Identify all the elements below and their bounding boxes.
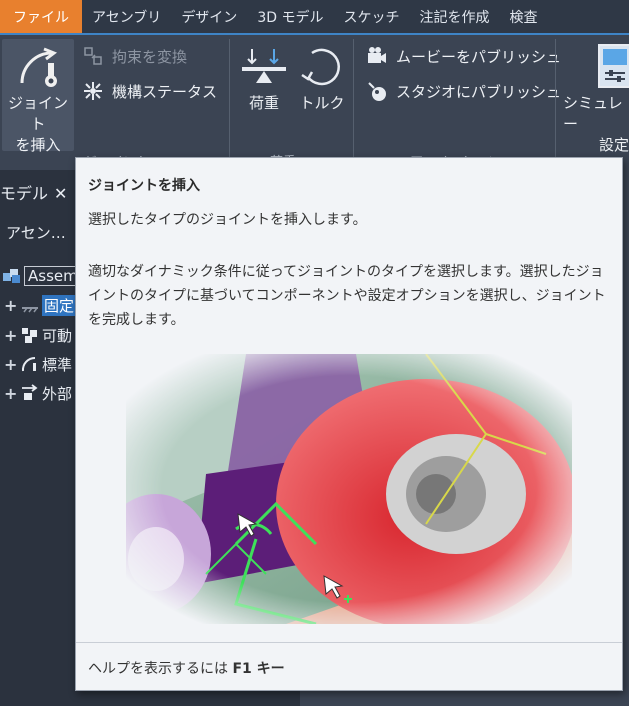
tree-label-assembly: Assem — [24, 266, 82, 286]
expand-icon[interactable]: + — [4, 384, 17, 403]
mechanism-status-button[interactable]: 機構ステータス — [82, 80, 217, 102]
tree-row-mobile[interactable]: + 可動 — [0, 323, 72, 347]
ribbon: ジョイント を挿入 拘束を変換 機構ステータス ジョイント 荷重 — [0, 35, 629, 170]
tooltip-illustration — [126, 354, 572, 624]
insert-joint-label-line1: ジョイント — [7, 94, 68, 133]
browser-view-dropdown[interactable]: アセン… — [6, 222, 66, 243]
browser-close-icon[interactable]: ✕ — [54, 184, 67, 203]
external-load-icon — [20, 384, 38, 402]
menu-design[interactable]: デザイン — [171, 0, 247, 33]
tree-row-standard[interactable]: + 標準 — [0, 352, 72, 376]
browser-title: モデル — [0, 184, 49, 203]
tree-row-assembly[interactable]: Assem — [0, 264, 82, 288]
load-icon — [240, 43, 288, 91]
tooltip-separator — [76, 642, 622, 643]
mechanism-status-icon — [82, 80, 104, 102]
assembly-icon — [2, 267, 20, 285]
mobile-group-icon — [20, 326, 38, 344]
load-button[interactable]: 荷重 — [238, 43, 290, 114]
tooltip-help-key: F1 キー — [232, 661, 285, 677]
tree-label-external: 外部 — [42, 384, 73, 403]
torque-label: トルク — [299, 94, 345, 112]
group-separator — [229, 39, 230, 163]
group-separator — [353, 39, 354, 163]
torque-icon — [298, 43, 346, 91]
publish-studio-label: スタジオにパブリッシュ — [396, 82, 562, 101]
tooltip-help-prefix: ヘルプを表示するには — [88, 661, 233, 677]
expand-icon[interactable]: + — [4, 326, 17, 345]
menu-sketch[interactable]: スケッチ — [333, 0, 409, 33]
menu-bar: ファイル アセンブリ デザイン 3D モデル スケッチ 注記を作成 検査 — [0, 0, 629, 33]
tree-label-fixed: 固定 — [42, 294, 77, 316]
publish-movie-label: ムービーをパブリッシュ — [396, 47, 562, 66]
menu-inspect[interactable]: 検査 — [499, 0, 547, 33]
studio-icon — [366, 80, 388, 102]
insert-joint-label-line2: を挿入 — [15, 136, 61, 154]
insert-joint-tooltip: ジョイントを挿入 選択したタイプのジョイントを挿入します。 適切なダイナミック条… — [75, 157, 623, 691]
simulation-settings-button[interactable]: シミュレー 設定 — [563, 43, 629, 156]
menu-file[interactable]: ファイル — [0, 0, 82, 33]
publish-studio-button[interactable]: スタジオにパブリッシュ — [366, 80, 561, 102]
standard-joint-icon — [20, 355, 38, 373]
group-separator — [555, 39, 556, 163]
expand-icon[interactable]: + — [4, 355, 17, 374]
browser-header: モデル ✕ — [0, 180, 67, 204]
movie-camera-icon — [366, 45, 388, 67]
convert-constraint-label: 拘束を変換 — [112, 47, 188, 66]
tree-row-external[interactable]: + 外部 — [0, 381, 72, 405]
expand-icon[interactable]: + — [4, 296, 17, 315]
tooltip-title: ジョイントを挿入 — [88, 178, 200, 194]
tree-label-standard: 標準 — [42, 355, 73, 374]
simulation-settings-label-line2: 設定 — [599, 136, 629, 154]
insert-joint-button[interactable]: ジョイント を挿入 — [2, 43, 74, 156]
simulation-settings-icon — [597, 43, 629, 91]
insert-joint-icon — [14, 43, 62, 91]
tree-row-fixed[interactable]: + 固定 — [0, 293, 77, 317]
tooltip-help-hint: ヘルプを表示するには F1 キー — [88, 658, 285, 678]
torque-button[interactable]: トルク — [296, 43, 348, 114]
menu-assembly[interactable]: アセンブリ — [82, 0, 171, 33]
menu-annotate[interactable]: 注記を作成 — [409, 0, 499, 33]
convert-constraint-icon — [82, 45, 104, 67]
tree-label-mobile: 可動 — [42, 326, 73, 345]
convert-constraint-button[interactable]: 拘束を変換 — [82, 45, 187, 67]
fixed-ground-icon — [20, 296, 38, 314]
publish-movie-button[interactable]: ムービーをパブリッシュ — [366, 45, 561, 67]
menu-3d-model[interactable]: 3D モデル — [247, 0, 333, 33]
tooltip-description: 選択したタイプのジョイントを挿入します。 — [88, 212, 367, 228]
mechanism-status-label: 機構ステータス — [112, 82, 218, 101]
simulation-settings-label-line1: シミュレー — [563, 94, 623, 133]
load-label: 荷重 — [248, 94, 279, 112]
tooltip-body: 適切なダイナミック条件に従ってジョイントのタイプを選択します。選択したジョイント… — [88, 264, 606, 328]
